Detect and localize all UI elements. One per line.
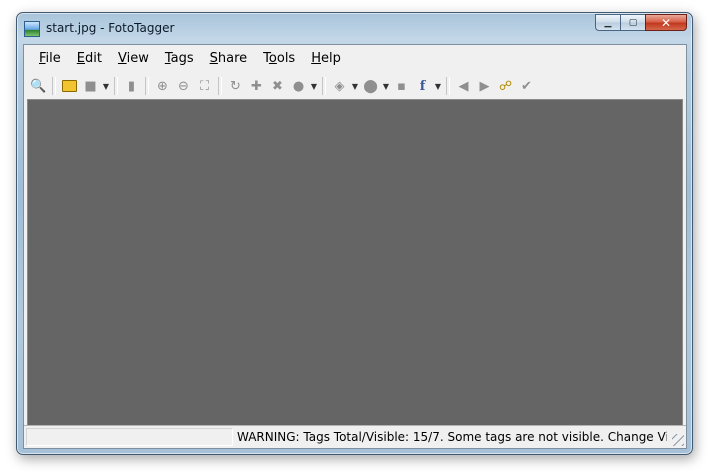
dropdown-arrow-icon: ▼ <box>351 81 359 91</box>
client-area: File Edit View Tags Share Tools Help 🔍 ■… <box>23 44 687 449</box>
clipboard-icon: ▮ <box>127 78 136 94</box>
previous-button[interactable]: ◀ <box>453 76 474 96</box>
share-dropdown[interactable]: ▼ <box>433 76 443 96</box>
delete-tag-button[interactable]: ✖ <box>267 76 288 96</box>
next-button[interactable]: ▶ <box>474 76 495 96</box>
clipboard-button[interactable]: ▮ <box>121 76 142 96</box>
fit-button[interactable]: ⛶ <box>194 76 215 96</box>
delete-tag-icon: ✖ <box>272 78 283 94</box>
color-button[interactable]: ⬤ <box>360 76 381 96</box>
dropdown-arrow-icon: ▼ <box>434 81 442 91</box>
window-controls: ▁ ▢ ✕ <box>595 14 687 33</box>
toolbar-separator <box>52 77 56 95</box>
title-bar[interactable]: start.jpg - FotoTagger ▁ ▢ ✕ <box>17 13 692 44</box>
menu-edit[interactable]: Edit <box>69 47 110 69</box>
zoom-in-button[interactable]: ⊕ <box>152 76 173 96</box>
browse-button[interactable]: 🔍 <box>28 76 49 96</box>
application-window: start.jpg - FotoTagger ▁ ▢ ✕ File Edit V… <box>16 12 693 455</box>
close-icon: ✕ <box>660 15 672 30</box>
previous-icon: ◀ <box>458 78 469 94</box>
publish-button[interactable]: ▪ <box>391 76 412 96</box>
find-icon: ☍ <box>498 78 513 94</box>
facebook-icon: f <box>419 78 426 94</box>
close-button[interactable]: ✕ <box>645 14 687 31</box>
zoom-out-icon: ⊖ <box>178 78 189 94</box>
find-button[interactable]: ☍ <box>495 76 516 96</box>
menu-view[interactable]: View <box>110 47 157 69</box>
dropdown-arrow-icon: ▼ <box>102 81 110 91</box>
next-icon: ▶ <box>479 78 490 94</box>
tag-label-dropdown[interactable]: ▼ <box>350 76 360 96</box>
facebook-button[interactable]: f <box>412 76 433 96</box>
open-button[interactable] <box>59 76 80 96</box>
tag-shape-button[interactable]: ● <box>288 76 309 96</box>
image-viewer-canvas[interactable] <box>27 99 683 426</box>
status-panel-empty <box>26 428 233 446</box>
menu-tags[interactable]: Tags <box>157 47 202 69</box>
resize-grip-icon[interactable] <box>672 434 684 446</box>
menu-help[interactable]: Help <box>303 47 349 69</box>
maximize-icon: ▢ <box>628 17 638 28</box>
window-title: start.jpg - FotoTagger <box>46 21 175 35</box>
toolbar-separator <box>446 77 450 95</box>
dropdown-arrow-icon: ▼ <box>382 81 390 91</box>
menu-share[interactable]: Share <box>202 47 256 69</box>
menu-tools[interactable]: Tools <box>255 47 303 69</box>
minimize-button[interactable]: ▁ <box>595 14 620 31</box>
menu-bar: File Edit View Tags Share Tools Help <box>24 47 349 69</box>
tag-label-button[interactable]: ◈ <box>329 76 350 96</box>
toolbar-separator <box>218 77 222 95</box>
color-icon: ⬤ <box>363 78 378 94</box>
color-dropdown[interactable]: ▼ <box>381 76 391 96</box>
menu-file[interactable]: File <box>31 47 69 69</box>
select-all-icon: ✔ <box>521 78 532 94</box>
toolbar: 🔍 ■ ▼ ▮ ⊕ ⊖ ⛶ ↻ ✚ ✖ ● ▼ ◈ ▼ ⬤ ▼ ▪ f ▼ ◀ … <box>28 74 537 98</box>
select-all-button[interactable]: ✔ <box>516 76 537 96</box>
rotate-button[interactable]: ↻ <box>225 76 246 96</box>
save-button[interactable]: ■ <box>80 76 101 96</box>
toolbar-separator <box>322 77 326 95</box>
tag-shape-dropdown[interactable]: ▼ <box>309 76 319 96</box>
toolbar-separator <box>145 77 149 95</box>
add-tag-button[interactable]: ✚ <box>246 76 267 96</box>
open-folder-icon <box>62 80 77 92</box>
dropdown-arrow-icon: ▼ <box>310 81 318 91</box>
tag-label-icon: ◈ <box>334 78 345 94</box>
fit-to-window-icon: ⛶ <box>199 78 210 94</box>
zoom-out-button[interactable]: ⊖ <box>173 76 194 96</box>
image-app-icon <box>24 21 40 37</box>
minimize-icon: ▁ <box>604 17 612 28</box>
browse-icon: 🔍 <box>30 78 47 94</box>
publish-icon: ▪ <box>397 78 406 94</box>
rotate-icon: ↻ <box>230 78 241 94</box>
save-dropdown[interactable]: ▼ <box>101 76 111 96</box>
maximize-button[interactable]: ▢ <box>620 14 645 31</box>
save-icon: ■ <box>84 78 97 94</box>
tag-shape-icon: ● <box>292 78 305 94</box>
status-warning-text: WARNING: Tags Total/Visible: 15/7. Some … <box>237 430 667 444</box>
status-bar: WARNING: Tags Total/Visible: 15/7. Some … <box>24 425 686 448</box>
zoom-in-icon: ⊕ <box>157 78 168 94</box>
add-tag-icon: ✚ <box>251 78 262 94</box>
toolbar-separator <box>114 77 118 95</box>
